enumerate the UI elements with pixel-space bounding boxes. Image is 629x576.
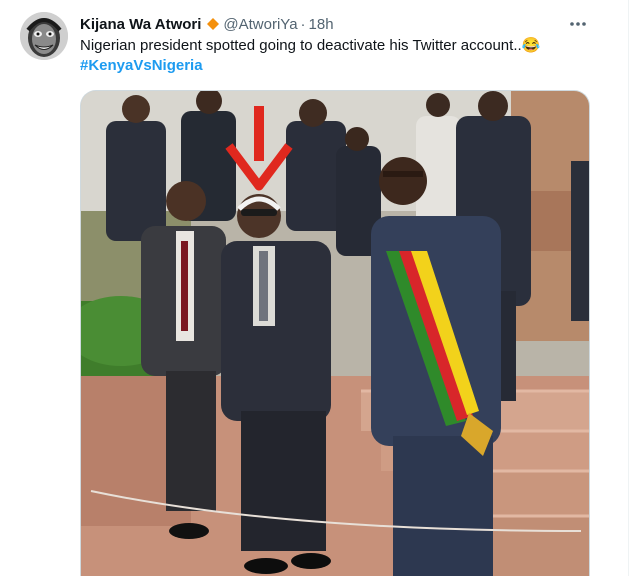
author-handle[interactable]: @AtworiYa [223, 16, 297, 33]
tweet-text: Nigerian president spotted going to deac… [80, 36, 600, 76]
hashtag-link[interactable]: #KenyaVsNigeria [80, 56, 600, 76]
photo-scene [81, 91, 589, 576]
more-options-icon[interactable] [566, 14, 590, 34]
author-name[interactable]: Kijana Wa Atwori [80, 16, 201, 33]
tweet-card[interactable]: Kijana Wa Atwori @AtworiYa · 18h Nigeria… [0, 0, 629, 576]
verified-badge-icon [207, 18, 220, 30]
tweet-photo[interactable] [80, 90, 590, 576]
timestamp[interactable]: 18h [309, 16, 334, 33]
avatar[interactable] [20, 12, 68, 60]
separator-dot: · [300, 15, 306, 33]
tweet-body: Nigerian president spotted going to deac… [80, 37, 541, 54]
tweet-header: Kijana Wa Atwori @AtworiYa · 18h [80, 13, 334, 35]
